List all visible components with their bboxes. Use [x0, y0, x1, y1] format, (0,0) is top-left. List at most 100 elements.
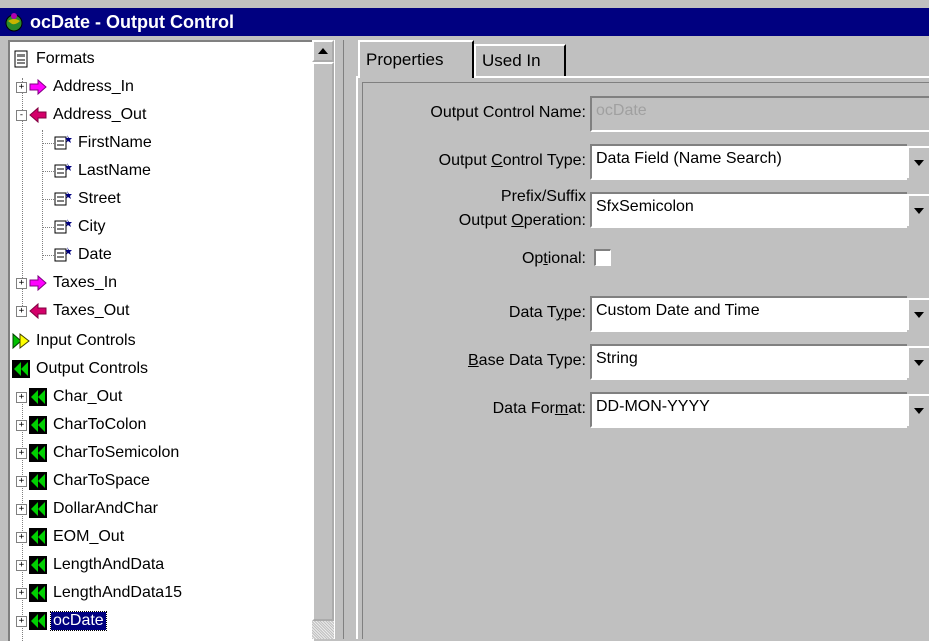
- tree-item-label: CharToSpace: [53, 472, 150, 489]
- output-control-name-field[interactable]: ocDate: [590, 96, 929, 132]
- tree-item-lengthanddata[interactable]: + LengthAndData: [16, 552, 166, 578]
- tree-item-label: Input Controls: [36, 332, 136, 349]
- tree-item-input-controls[interactable]: Input Controls: [12, 328, 138, 354]
- data-type-select[interactable]: Custom Date and Time: [590, 296, 907, 332]
- expand-icon[interactable]: +: [16, 503, 27, 515]
- tree-item-label: FirstName: [78, 134, 152, 151]
- data-type-dropdown-button[interactable]: [907, 298, 929, 330]
- field-icon: [54, 247, 72, 262]
- base-data-type-select[interactable]: String: [590, 344, 907, 380]
- output-control-icon: [29, 472, 47, 490]
- base-data-type-label: Base Data Type:: [468, 352, 586, 369]
- data-format-dropdown-button[interactable]: [907, 394, 929, 426]
- tree-item-label: LengthAndData: [53, 556, 165, 573]
- input-controls-icon: [12, 332, 30, 350]
- scroll-thumb[interactable]: [312, 62, 334, 621]
- chevron-down-icon: [914, 312, 924, 318]
- app-globe-icon: [5, 13, 23, 32]
- output-operation-dropdown-button[interactable]: [907, 194, 929, 226]
- tree-item-taxes-in[interactable]: + Taxes_In: [16, 270, 119, 296]
- tab-label: Properties: [366, 50, 444, 69]
- tree-item-output-controls[interactable]: Output Controls: [12, 356, 150, 382]
- expand-icon[interactable]: +: [16, 615, 27, 627]
- tree-item-date[interactable]: Date: [54, 242, 114, 268]
- tree-item-label: Char_Out: [53, 388, 123, 405]
- output-controls-icon: [12, 360, 30, 378]
- expand-icon[interactable]: +: [16, 81, 27, 93]
- output-control-icon: [29, 444, 47, 462]
- data-format-label: Data Format:: [492, 400, 586, 417]
- expand-icon[interactable]: +: [16, 559, 27, 571]
- tree-item-label: LengthAndData15: [53, 584, 182, 601]
- window-title: ocDate - Output Control: [30, 11, 234, 32]
- tree-item-label: CharToSemicolon: [53, 444, 180, 461]
- tree-item-lastname[interactable]: LastName: [54, 158, 153, 184]
- expand-icon[interactable]: +: [16, 305, 27, 317]
- tree-item-dollarandchar[interactable]: + DollarAndChar: [16, 496, 160, 522]
- tree-item-label: Output Controls: [36, 360, 149, 377]
- expand-icon[interactable]: +: [16, 475, 27, 487]
- tree-item-chartospace[interactable]: + CharToSpace: [16, 468, 152, 494]
- input-arrow-icon: [29, 78, 47, 96]
- output-control-type-select[interactable]: Data Field (Name Search): [590, 144, 907, 180]
- tree-item-eom-out[interactable]: + EOM_Out: [16, 524, 126, 550]
- field-icon: [54, 219, 72, 234]
- output-control-type-label: Output Control Type:: [438, 152, 586, 169]
- tree-item-label: Formats: [36, 50, 95, 67]
- formats-document-icon: [14, 50, 28, 68]
- tree-scrollbar[interactable]: [312, 40, 334, 639]
- tab-properties[interactable]: Properties: [358, 40, 474, 78]
- tab-label: Used In: [482, 51, 541, 70]
- tree-item-address-out[interactable]: - Address_Out: [16, 102, 148, 128]
- tree-view[interactable]: Formats + Address_In - Address_Out First…: [8, 40, 314, 641]
- field-icon: [54, 191, 72, 206]
- expand-icon[interactable]: +: [16, 277, 27, 289]
- tree-item-address-in[interactable]: + Address_In: [16, 74, 136, 100]
- tree-item-label: CharToColon: [53, 416, 147, 433]
- expand-icon[interactable]: +: [16, 531, 27, 543]
- tree-item-label-selected: ocDate: [50, 611, 107, 631]
- expand-icon[interactable]: +: [16, 419, 27, 431]
- tree-item-ocdate[interactable]: + ocDate: [16, 608, 107, 634]
- output-control-icon: [29, 500, 47, 518]
- tree-item-firstname[interactable]: FirstName: [54, 130, 154, 156]
- data-format-select[interactable]: DD-MON-YYYY: [590, 392, 907, 428]
- tree-item-label: Date: [78, 246, 112, 263]
- tree-item-label: Taxes_In: [53, 274, 118, 291]
- expand-icon[interactable]: +: [16, 391, 27, 403]
- title-bar[interactable]: ocDate - Output Control: [0, 8, 929, 36]
- output-control-icon: [29, 388, 47, 406]
- tree-item-label: Address_Out: [53, 106, 147, 123]
- output-operation-label: Output Operation:: [458, 212, 586, 229]
- output-arrow-icon: [29, 106, 47, 124]
- output-control-icon: [29, 528, 47, 546]
- chevron-down-icon: [914, 160, 924, 166]
- tree-item-city[interactable]: City: [54, 214, 108, 240]
- tree-item-taxes-out[interactable]: + Taxes_Out: [16, 298, 131, 324]
- tree-item-formats[interactable]: Formats: [12, 46, 97, 72]
- tree-item-label: LastName: [78, 162, 151, 179]
- output-control-type-dropdown-button[interactable]: [907, 146, 929, 178]
- expand-icon[interactable]: +: [16, 587, 27, 599]
- chevron-down-icon: [914, 408, 924, 414]
- tree-item-chartocolon[interactable]: + CharToColon: [16, 412, 148, 438]
- tree-item-lengthanddata15[interactable]: + LengthAndData15: [16, 580, 184, 606]
- optional-label: Optional:: [521, 250, 586, 267]
- optional-checkbox[interactable]: [594, 249, 611, 266]
- expand-icon[interactable]: +: [16, 447, 27, 459]
- collapse-icon[interactable]: -: [16, 109, 27, 121]
- scroll-up-button[interactable]: [312, 40, 334, 62]
- tree-item-chartosemicolon[interactable]: + CharToSemicolon: [16, 440, 181, 466]
- output-operation-select[interactable]: SfxSemicolon: [590, 192, 907, 228]
- base-data-type-dropdown-button[interactable]: [907, 346, 929, 378]
- tree-item-label: Street: [78, 190, 121, 207]
- tree-item-char-out[interactable]: + Char_Out: [16, 384, 124, 410]
- field-icon: [54, 135, 72, 150]
- tree-item-label: Address_In: [53, 78, 134, 95]
- tab-used-in[interactable]: Used In: [474, 44, 566, 76]
- output-control-icon: [29, 416, 47, 434]
- input-arrow-icon: [29, 274, 47, 292]
- tree-item-street[interactable]: Street: [54, 186, 123, 212]
- output-control-icon: [29, 556, 47, 574]
- pane-splitter[interactable]: [334, 40, 344, 639]
